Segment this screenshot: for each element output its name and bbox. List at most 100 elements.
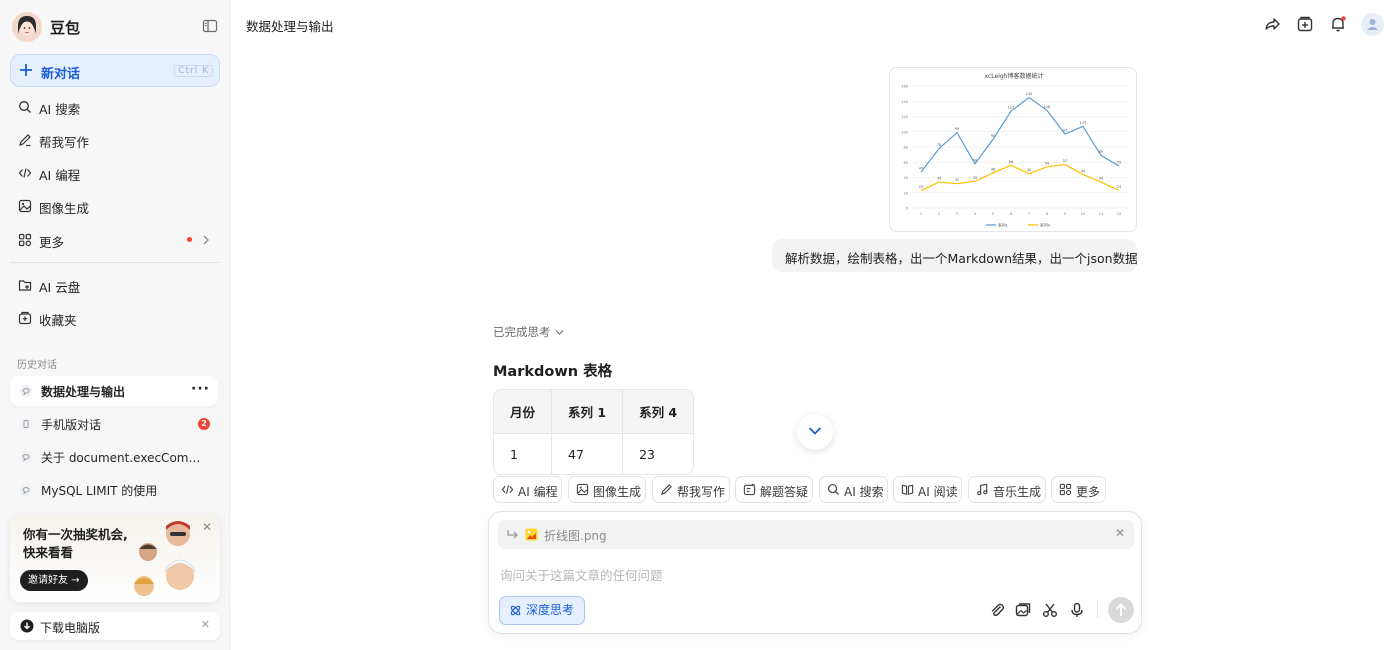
message-input[interactable] <box>500 565 1120 585</box>
data-label: 46 <box>991 167 995 171</box>
skill-music-gen[interactable]: 音乐生成 <box>968 476 1046 503</box>
message-composer: 折线图.png ✕ 深度思考 <box>488 511 1142 634</box>
history-section-title: 历史对话 <box>17 360 57 371</box>
attachment-chip[interactable]: 折线图.png ✕ <box>498 520 1134 549</box>
sidebar-toggle-icon[interactable] <box>202 18 218 34</box>
data-label: 69 <box>1099 150 1103 154</box>
sidebar-item-more[interactable]: 更多 <box>10 225 220 255</box>
sidebar-divider <box>10 262 220 263</box>
skill-image-gen[interactable]: 图像生成 <box>568 476 646 503</box>
attach-file-icon[interactable] <box>989 602 1005 618</box>
sidebar-item-ai-search[interactable]: AI 搜索 <box>10 92 220 122</box>
table-cell: 47 <box>552 434 624 474</box>
history-item-label: 关于 document.execCommand 的... <box>41 451 211 465</box>
history-item[interactable]: 手机版对话 2 <box>10 409 218 439</box>
skill-label: 解题答疑 <box>760 485 809 499</box>
skill-ai-search[interactable]: AI 搜索 <box>819 476 888 503</box>
x-tick-label: 3 <box>956 212 958 216</box>
app-name: 豆包 <box>50 19 81 37</box>
save-to-favorites-icon[interactable] <box>1296 15 1314 33</box>
promo-card: 你有一次抽奖机会, 快来看看 邀请好友 → ✕ <box>10 514 220 602</box>
data-label: 57 <box>1063 159 1067 163</box>
data-label: 23 <box>919 185 923 189</box>
sidebar-item-label: AI 搜索 <box>39 102 81 117</box>
data-label: 56 <box>1009 160 1013 164</box>
data-label: 34 <box>1099 177 1104 181</box>
sidebar-item-cloud-drive[interactable]: AI 云盘 <box>10 270 220 300</box>
sidebar-item-image-gen[interactable]: 图像生成 <box>10 191 220 221</box>
skill-writing[interactable]: 帮我写作 <box>652 476 730 503</box>
data-label: 54 <box>1045 161 1050 165</box>
sidebar-item-label: 帮我写作 <box>39 135 90 150</box>
download-desktop-button[interactable]: 下载电脑版 ✕ <box>10 612 220 640</box>
user-message-text: 解析数据，绘制表格，出一个Markdown结果，出一个json数据 <box>785 251 1138 266</box>
music-icon <box>976 483 989 496</box>
history-item[interactable]: 关于 document.execCommand 的... <box>10 442 218 472</box>
legend-label: 系列4 <box>1040 223 1051 228</box>
microphone-icon[interactable] <box>1069 602 1085 618</box>
uploaded-chart-image[interactable]: xcLeigh博客数据统计 0 20 40 60 80 100 120 140 160 1 2 3 4 5… <box>889 67 1137 232</box>
data-label: 34 <box>937 177 942 181</box>
sidebar: 豆包 新对话 Ctrl K AI 搜索 帮我写作 AI 编程 图像生成 更多 A… <box>0 0 230 650</box>
new-chat-label: 新对话 <box>41 67 81 82</box>
skill-ai-reading[interactable]: AI 阅读 <box>893 476 962 503</box>
table-header-row: 月份 系列 1 系列 4 <box>494 390 694 434</box>
chart-title: xcLeigh博客数据统计 <box>985 72 1044 80</box>
y-tick-label: 20 <box>904 191 908 195</box>
skill-label: 更多 <box>1076 485 1101 499</box>
user-avatar[interactable] <box>1361 13 1384 36</box>
sidebar-item-ai-coding[interactable]: AI 编程 <box>10 158 220 188</box>
sidebar-item-writing[interactable]: 帮我写作 <box>10 125 220 155</box>
scissors-icon[interactable] <box>1042 602 1058 618</box>
invite-friends-button[interactable]: 邀请好友 → <box>20 570 88 591</box>
plus-icon <box>19 63 33 77</box>
image-upload-icon[interactable] <box>1015 602 1031 618</box>
send-button[interactable] <box>1108 597 1134 623</box>
share-icon[interactable] <box>1263 15 1281 33</box>
x-tick-label: 6 <box>1010 212 1012 216</box>
close-icon[interactable]: ✕ <box>201 618 210 631</box>
chat-bubble-icon <box>19 450 33 464</box>
scroll-to-bottom-button[interactable] <box>797 414 833 450</box>
y-tick-label: 40 <box>904 176 908 180</box>
history-item-label: 手机版对话 <box>41 418 102 432</box>
image-file-icon <box>525 528 538 541</box>
chevron-down-icon <box>808 427 822 435</box>
notification-dot <box>187 237 192 242</box>
skill-ai-coding[interactable]: AI 编程 <box>493 476 562 503</box>
x-tick-label: 8 <box>1046 212 1048 216</box>
search-icon <box>18 100 32 114</box>
pen-icon <box>660 483 673 496</box>
sidebar-item-label: 更多 <box>39 235 65 250</box>
remove-attachment-icon[interactable]: ✕ <box>1115 526 1125 540</box>
skill-more[interactable]: 更多 <box>1051 476 1106 503</box>
chat-bubble-icon <box>19 483 33 497</box>
unread-badge: 2 <box>198 418 210 430</box>
answer-heading: Markdown 表格 <box>493 364 613 380</box>
new-chat-button[interactable]: 新对话 Ctrl K <box>10 54 220 87</box>
history-item-active[interactable]: 数据处理与输出 ··· <box>10 376 218 406</box>
data-label: 45 <box>1027 168 1031 172</box>
x-tick-label: 4 <box>974 212 977 216</box>
history-item[interactable]: MySQL LIMIT 的使用 <box>10 475 218 505</box>
main-area: 数据处理与输出 xcLeigh博客数据统计 0 20 40 60 80 100 120 140… <box>231 0 1400 650</box>
chevron-down-icon <box>555 325 564 339</box>
sidebar-header: 豆包 <box>12 12 220 42</box>
phone-icon <box>19 417 33 431</box>
deep-think-label: 深度思考 <box>526 603 575 617</box>
x-tick-label: 10 <box>1081 212 1085 216</box>
deep-think-toggle[interactable]: 深度思考 <box>499 596 586 625</box>
skill-solve[interactable]: 解题答疑 <box>735 476 813 503</box>
skill-label: AI 阅读 <box>918 485 958 499</box>
thinking-toggle[interactable]: 已完成思考 <box>493 324 564 340</box>
data-label: 78 <box>937 143 941 147</box>
data-label: 47 <box>919 167 923 171</box>
notification-bell-icon[interactable] <box>1329 15 1347 33</box>
legend-label: 系列1 <box>998 223 1009 228</box>
more-options-icon[interactable]: ··· <box>191 381 210 397</box>
sidebar-item-favorites[interactable]: 收藏夹 <box>10 303 220 333</box>
user-message-bubble: 解析数据，绘制表格，出一个Markdown结果，出一个json数据 <box>772 239 1138 272</box>
app-avatar[interactable] <box>12 12 42 42</box>
download-icon <box>20 619 34 633</box>
x-tick-label: 11 <box>1099 212 1103 216</box>
